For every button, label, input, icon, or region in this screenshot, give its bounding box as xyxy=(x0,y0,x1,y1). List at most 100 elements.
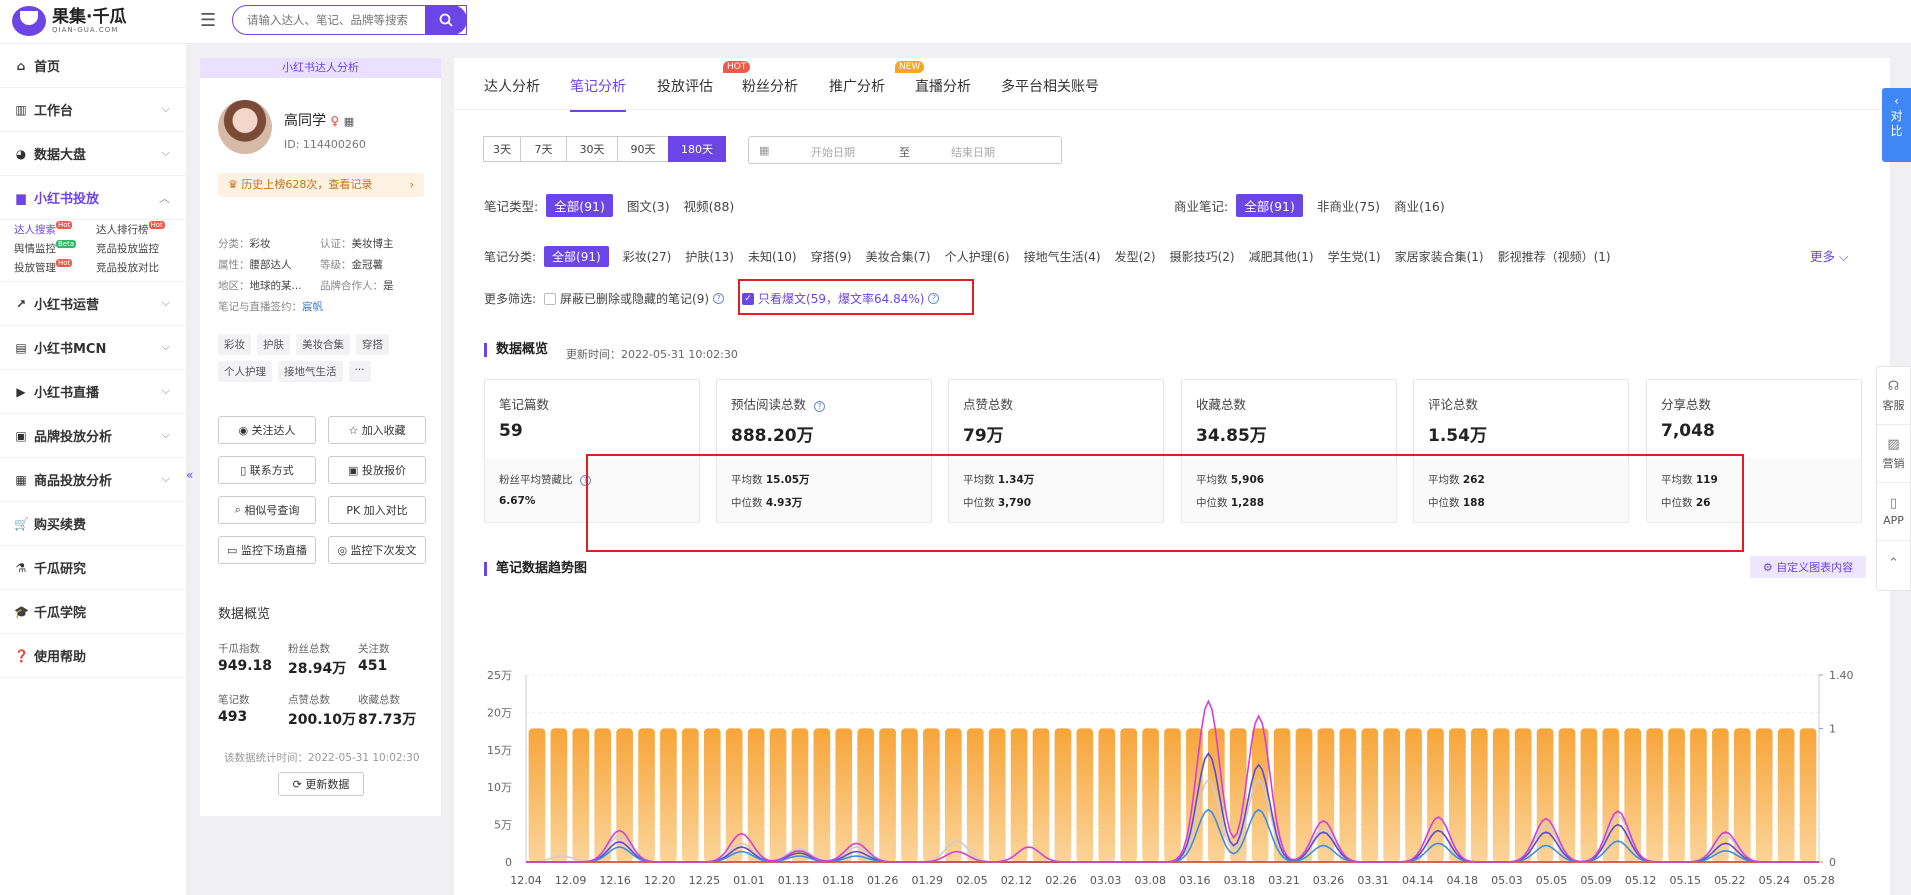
search-input[interactable] xyxy=(247,13,447,27)
sidebar-item-help[interactable]: ❓ 使用帮助 xyxy=(0,634,186,678)
customize-chart-button[interactable]: ⚙ 自定义图表内容 xyxy=(1750,556,1866,578)
bar-note-count xyxy=(1712,728,1729,862)
filter-option[interactable]: 非商业(75) xyxy=(1317,196,1380,215)
follow-kol-button[interactable]: ◉ 关注达人 xyxy=(218,416,316,444)
day-option[interactable]: 3天 xyxy=(483,136,521,162)
day-option[interactable]: 90天 xyxy=(617,136,669,162)
monitor-post-button[interactable]: ◎ 监控下次发文 xyxy=(328,536,426,564)
bar-note-count xyxy=(1668,728,1685,862)
tab-live-analysis[interactable]: 直播分析 xyxy=(915,76,971,96)
sidebar-item-brand-analysis[interactable]: ▣ 品牌投放分析 ⌵ xyxy=(0,414,186,458)
sidebar-item-workbench[interactable]: ▥ 工作台 ⌵ xyxy=(0,88,186,132)
y-tick-label: 15万 xyxy=(487,744,512,757)
sub-item-opinion[interactable]: 舆情监控 Beta xyxy=(14,240,96,256)
similar-search-button[interactable]: ⌕ 相似号查询 xyxy=(218,496,316,524)
filter-option[interactable]: 个人护理(6) xyxy=(945,248,1010,265)
filter-option[interactable]: 全部(91) xyxy=(1236,194,1303,217)
filter-option[interactable]: 学生党(1) xyxy=(1328,248,1381,265)
sidebar-item-xhs-mcn[interactable]: ▤ 小红书MCN ⌵ xyxy=(0,326,186,370)
sidebar-item-xhs-ops[interactable]: ↗ 小红书运营 ⌵ xyxy=(0,282,186,326)
tab-ad-eval[interactable]: 投放评估 HOT xyxy=(657,61,751,96)
ad-quote-button[interactable]: ▣ 投放报价 xyxy=(328,456,426,484)
filter-option[interactable]: 全部(91) xyxy=(544,246,609,267)
x-tick-label: 05.28 xyxy=(1803,874,1835,887)
hide-deleted-checkbox[interactable] xyxy=(544,292,557,305)
search-button[interactable] xyxy=(425,5,467,35)
profile-panel: 小红书达人分析 高同学 ♀ ▦ ID: 114400260 ♛ 历史上榜628次… xyxy=(200,58,441,816)
app-button[interactable]: ▯ APP xyxy=(1877,483,1910,541)
contact-button[interactable]: ▯ 联系方式 xyxy=(218,456,316,484)
marketing-button[interactable]: ▨ 营销 xyxy=(1877,425,1910,483)
tab-fans-analysis[interactable]: 粉丝分析 xyxy=(742,76,798,96)
bar-note-count xyxy=(1032,728,1050,862)
home-icon: ⌂ xyxy=(16,58,26,73)
filter-option[interactable]: 护肤(13) xyxy=(685,248,734,265)
more-categories-button[interactable]: 更多 ⌵ xyxy=(1810,246,1848,265)
more-tags-button[interactable]: ··· xyxy=(348,361,371,382)
sidebar-item-home[interactable]: ⌂ 首页 xyxy=(0,44,186,88)
day-option[interactable]: 30天 xyxy=(566,136,618,162)
trend-icon: ↗ xyxy=(15,296,27,311)
filter-option[interactable]: 图文(3) xyxy=(627,196,670,215)
qrcode-icon[interactable]: ▦ xyxy=(344,115,354,128)
filter-option[interactable]: 穿搭(9) xyxy=(811,248,852,265)
flask-icon: ⚗ xyxy=(15,560,27,575)
filter-option[interactable]: 家居家装合集(1) xyxy=(1395,248,1484,265)
filter-option[interactable]: 视频(88) xyxy=(684,196,735,215)
sub-item-competitor-compare[interactable]: 竞品投放对比 xyxy=(96,260,186,275)
x-tick-label: 01.18 xyxy=(822,874,854,887)
tab-note-analysis[interactable]: 笔记分析 xyxy=(570,76,626,112)
collapse-sidebar-icon[interactable]: « xyxy=(186,468,198,508)
add-favorite-button[interactable]: ☆ 加入收藏 xyxy=(328,416,426,444)
monitor-live-button[interactable]: ▭ 监控下场直播 xyxy=(218,536,316,564)
x-tick-label: 02.26 xyxy=(1045,874,1077,887)
bar-note-count xyxy=(879,728,896,862)
filter-option[interactable]: 减肥其他(1) xyxy=(1249,248,1314,265)
sidebar-item-dashboard[interactable]: ◕ 数据大盘 ⌵ xyxy=(0,132,186,176)
sidebar-item-goods-analysis[interactable]: ▦ 商品投放分析 ⌵ xyxy=(0,458,186,502)
tab-multi-platform[interactable]: 多平台相关账号 xyxy=(1001,76,1099,96)
filter-option[interactable]: 全部(91) xyxy=(546,194,613,217)
help-icon[interactable]: ? xyxy=(713,293,725,304)
logo[interactable]: 果集·千瓜 QIAN-GUA.COM xyxy=(12,6,126,36)
x-tick-label: 01.26 xyxy=(867,874,899,887)
sign-agency-link[interactable]: 宸帆 xyxy=(302,301,323,313)
sidebar-item-xhs-live[interactable]: ▶ 小红书直播 ⌵ xyxy=(0,370,186,414)
day-option[interactable]: 7天 xyxy=(520,136,567,162)
y-right-tick-label: 1 xyxy=(1829,722,1836,735)
filter-option[interactable]: 摄影技巧(2) xyxy=(1170,248,1235,265)
filter-option[interactable]: 影视推荐（视频）(1) xyxy=(1498,248,1611,265)
sub-item-kol-rank[interactable]: 达人排行榜 Hot xyxy=(96,221,186,237)
filter-option[interactable]: 彩妆(27) xyxy=(623,248,672,265)
filter-option[interactable]: 接地气生活(4) xyxy=(1024,248,1101,265)
compare-tab[interactable]: ‹ 对比 xyxy=(1882,88,1911,162)
hide-deleted-label[interactable]: 屏蔽已删除或隐藏的笔记(9) xyxy=(560,290,709,307)
bar-note-count xyxy=(1470,728,1488,862)
customer-service-button[interactable]: ☊ 客服 xyxy=(1877,367,1910,425)
back-to-top-button[interactable]: ⌃ xyxy=(1877,541,1910,589)
history-rank-link[interactable]: ♛ 历史上榜628次，查看记录 › xyxy=(218,173,424,197)
tab-promo-analysis[interactable]: 推广分析 NEW xyxy=(829,61,925,96)
sub-item-kol-search[interactable]: 达人搜索 Hot xyxy=(14,221,96,237)
filter-option[interactable]: 美妆合集(7) xyxy=(866,248,931,265)
filter-option[interactable]: 商业(16) xyxy=(1394,196,1445,215)
pk-compare-button[interactable]: PK 加入对比 xyxy=(328,496,426,524)
day-option-selected[interactable]: 180天 xyxy=(668,136,726,162)
sidebar-item-academy[interactable]: 🎓 千瓜学院 xyxy=(0,590,186,634)
refresh-data-button[interactable]: ⟳ 更新数据 xyxy=(278,772,364,796)
filter-option[interactable]: 未知(10) xyxy=(748,248,797,265)
date-range-picker[interactable]: ▦ 开始日期 至 结束日期 xyxy=(748,136,1062,164)
tag: 穿搭 xyxy=(356,334,389,355)
profile-name: 高同学 ♀ ▦ xyxy=(284,113,355,129)
sub-item-ads-manage[interactable]: 投放管理 Hot xyxy=(14,259,96,275)
sidebar-item-purchase[interactable]: 🛒 购买续费 xyxy=(0,502,186,546)
tab-kol-analysis[interactable]: 达人分析 xyxy=(484,76,540,96)
x-tick-label: 12.09 xyxy=(555,874,587,887)
help-icon[interactable]: ? xyxy=(814,401,825,412)
phone-icon: ▯ xyxy=(240,463,247,477)
menu-toggle-icon[interactable]: ☰ xyxy=(200,10,216,31)
sidebar-item-xhs-ads[interactable]: ▆ 小红书投放 ︿ xyxy=(0,176,186,220)
sidebar-item-research[interactable]: ⚗ 千瓜研究 xyxy=(0,546,186,590)
filter-option[interactable]: 发型(2) xyxy=(1115,248,1156,265)
sub-item-competitor-monitor[interactable]: 竞品投放监控 xyxy=(96,241,186,256)
